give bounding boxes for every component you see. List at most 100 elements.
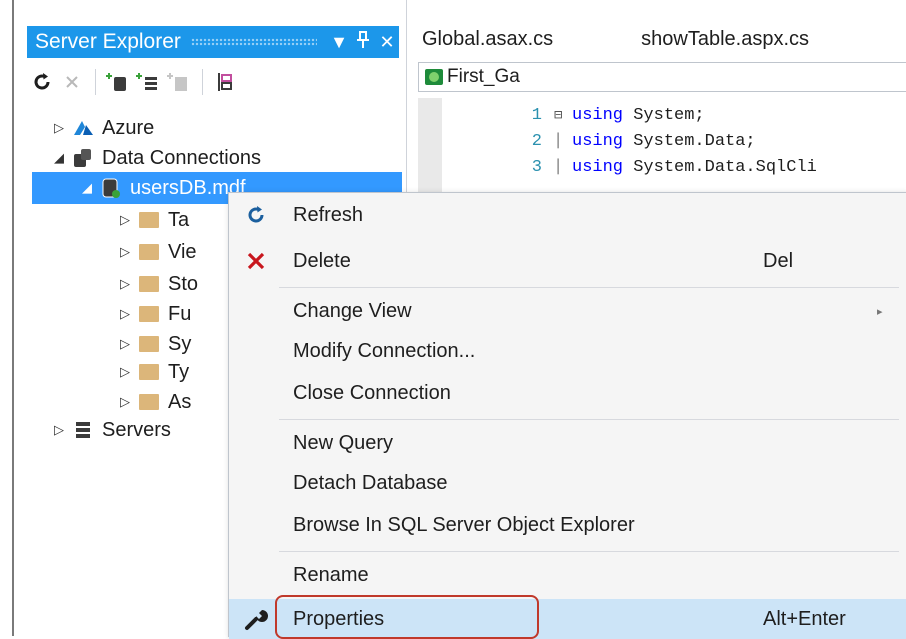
collapse-arrow-icon[interactable]: ◢	[76, 180, 98, 196]
line-number: 1	[531, 105, 542, 125]
toolbar-separator	[202, 69, 203, 95]
menu-item-properties[interactable]: Properties Alt+Enter	[229, 599, 906, 639]
tree-item-tables[interactable]: ▷ Ta	[114, 204, 189, 236]
refresh-icon	[243, 202, 269, 228]
menu-item-close-connection[interactable]: Close Connection	[229, 373, 906, 413]
expand-arrow-icon[interactable]: ▷	[114, 276, 136, 292]
panel-title: Server Explorer	[35, 30, 181, 53]
file-scope-label: First_Ga	[447, 66, 520, 87]
data-connections-icon	[70, 148, 96, 168]
expand-arrow-icon[interactable]: ▷	[48, 120, 70, 136]
editor-tabs: Global.asax.cs showTable.aspx.cs	[414, 28, 889, 58]
wrench-icon	[243, 606, 269, 632]
tree-item-label: Ty	[168, 360, 190, 383]
code-line[interactable]: 3 │ using System.Data.SqlCli	[442, 154, 817, 180]
tree-item-functions[interactable]: ▷ Fu	[114, 298, 191, 330]
database-icon	[98, 177, 124, 199]
expand-arrow-icon[interactable]: ▷	[48, 422, 70, 438]
servers-icon	[70, 421, 96, 439]
azure-icon	[70, 119, 96, 137]
tab-global-asax[interactable]: Global.asax.cs	[414, 28, 563, 58]
folder-icon	[136, 212, 162, 228]
expand-arrow-icon[interactable]: ▷	[114, 212, 136, 228]
fold-icon[interactable]: ⊟	[554, 107, 572, 124]
expand-arrow-icon[interactable]: ▷	[114, 244, 136, 260]
menu-item-detach-database[interactable]: Detach Database	[229, 463, 906, 503]
code-text: System.Data;	[623, 131, 756, 151]
project-icon	[425, 69, 443, 85]
folder-icon	[136, 276, 162, 292]
menu-shortcut: Alt+Enter	[763, 607, 846, 630]
collapse-arrow-icon[interactable]: ◢	[48, 150, 70, 166]
context-menu: Refresh Delete Del Change View ▸ Modify …	[228, 192, 906, 639]
menu-item-new-query[interactable]: New Query	[229, 423, 906, 463]
tree-item-data-connections[interactable]: ◢ Data Connections	[48, 142, 261, 174]
menu-item-change-view[interactable]: Change View ▸	[229, 291, 906, 331]
refresh-icon[interactable]	[27, 68, 57, 96]
submenu-arrow-icon: ▸	[877, 305, 883, 318]
filter-icon[interactable]	[211, 68, 241, 96]
folder-icon	[136, 306, 162, 322]
menu-item-rename[interactable]: Rename	[229, 555, 906, 595]
tree-item-azure[interactable]: ▷ Azure	[48, 112, 154, 144]
folder-icon	[136, 336, 162, 352]
keyword: using	[572, 131, 624, 151]
delete-icon	[243, 248, 269, 274]
fold-guide: │	[554, 133, 563, 149]
stop-icon[interactable]	[57, 68, 87, 96]
code-line[interactable]: 1 ⊟ using System;	[442, 102, 705, 128]
tree-item-label: Sto	[168, 272, 199, 295]
menu-separator	[279, 551, 899, 552]
menu-label: Browse In SQL Server Object Explorer	[293, 513, 635, 536]
folder-icon	[136, 394, 162, 410]
sharepoint-icon[interactable]	[164, 68, 194, 96]
tree-item-label: As	[168, 390, 192, 413]
menu-shortcut: Del	[763, 249, 794, 272]
expand-arrow-icon[interactable]: ▷	[114, 336, 136, 352]
tab-show-table[interactable]: showTable.aspx.cs	[633, 28, 819, 58]
tree-item-types[interactable]: ▷ Ty	[114, 356, 189, 388]
expand-arrow-icon[interactable]: ▷	[114, 306, 136, 322]
code-line[interactable]: 2 │ using System.Data;	[442, 128, 756, 154]
menu-label: Detach Database	[293, 471, 448, 494]
expand-arrow-icon[interactable]: ▷	[114, 394, 136, 410]
tree-item-label: Fu	[168, 302, 192, 325]
menu-label: Modify Connection...	[293, 339, 476, 362]
tree-item-stored-procedures[interactable]: ▷ Sto	[114, 268, 198, 300]
menu-separator	[279, 419, 899, 420]
toolbar-separator	[95, 69, 96, 95]
dropdown-icon[interactable]: ▼	[327, 32, 351, 53]
expand-arrow-icon[interactable]: ▷	[114, 364, 136, 380]
menu-label: Change View	[293, 299, 412, 322]
window-border	[12, 0, 14, 636]
menu-item-delete[interactable]: Delete Del	[229, 241, 906, 281]
menu-label: Refresh	[293, 203, 364, 226]
menu-item-refresh[interactable]: Refresh	[229, 195, 906, 235]
keyword: using	[572, 157, 624, 177]
menu-separator	[279, 287, 899, 288]
folder-icon	[136, 364, 162, 380]
menu-label: Properties	[293, 607, 385, 630]
tree-item-servers[interactable]: ▷ Servers	[48, 414, 171, 446]
line-number: 2	[531, 131, 542, 151]
menu-item-browse-sql-object-explorer[interactable]: Browse In SQL Server Object Explorer	[229, 505, 906, 545]
connect-database-icon[interactable]	[104, 68, 134, 96]
server-explorer-header: Server Explorer ▼ ✕	[27, 26, 399, 58]
close-icon[interactable]: ✕	[375, 32, 399, 53]
code-text: System;	[623, 105, 705, 125]
menu-item-modify-connection[interactable]: Modify Connection...	[229, 331, 906, 371]
folder-icon	[136, 244, 162, 260]
menu-label: Close Connection	[293, 381, 451, 404]
pin-icon[interactable]	[351, 30, 375, 54]
tree-item-label: Ta	[168, 208, 190, 231]
file-navigation-bar[interactable]: First_Ga	[418, 62, 906, 92]
tree-item-label: Vie	[168, 240, 197, 263]
menu-label: New Query	[293, 431, 394, 454]
drag-grip[interactable]	[190, 38, 317, 46]
code-text: System.Data.SqlCli	[623, 157, 817, 177]
tree-item-views[interactable]: ▷ Vie	[114, 236, 197, 268]
keyword: using	[572, 105, 624, 125]
fold-guide: │	[554, 159, 563, 175]
connect-server-icon[interactable]	[134, 68, 164, 96]
server-explorer-toolbar	[27, 64, 399, 100]
